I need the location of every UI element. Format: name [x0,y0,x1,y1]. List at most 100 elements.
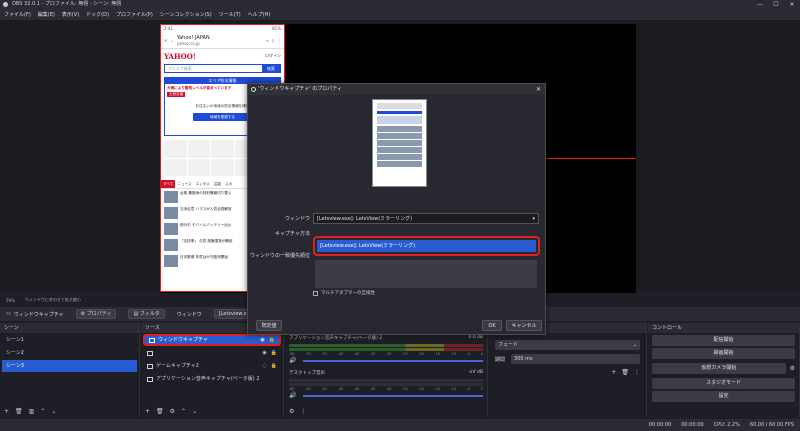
window-combo[interactable]: [Letsview.exe]: LetsView(ミラーリング) ▾ [313,213,539,224]
zoom-level[interactable]: 59% [6,298,15,303]
window-dropdown-option[interactable]: [Letsview.exe]: LetsView(ミラーリング) [317,240,536,252]
source-item-app-audio[interactable]: アプリケーション音声キャプチャ(ベータ版) 2 [143,373,281,385]
add-icon[interactable]: + [4,408,9,415]
defaults-button[interactable]: 既定値 [256,320,282,331]
phone-header: YAHOO! ログイン [161,49,284,63]
move-down-icon[interactable]: ⌄ [192,408,197,415]
menu-file[interactable]: ファイル(F) [4,11,31,18]
trash-icon[interactable]: 🗑 [15,408,23,415]
minimize-icon[interactable]: — [752,0,768,9]
gear-icon[interactable]: ⚙ [790,365,795,372]
more-icon[interactable]: ⋮ [300,408,306,415]
login-link: ログイン [265,53,281,58]
maximize-icon[interactable]: ☐ [768,0,784,9]
menu-profile[interactable]: プロファイル(P) [116,11,153,18]
phone-battery: 81% [272,26,281,31]
properties-dialog: 'ウィンドウキャプチャ' のプロパティ ✕ 既定値 OK キャンセル [247,83,546,335]
scene-item[interactable]: シーン3 [2,360,137,372]
studio-mode-button[interactable]: スタジオモード [652,378,795,389]
lock-icon[interactable]: 🔒 [271,347,277,359]
transition-select[interactable]: フェード ⌄ [495,340,640,350]
phone-tab-news: ニュース [177,182,192,186]
cancel-button[interactable]: キャンセル [506,320,542,331]
speaker-icon[interactable]: 🔊 [289,392,296,399]
priority-label: ウィンドウの一致優先順位 [250,253,311,259]
settings-button[interactable]: 設定 [652,391,795,402]
eye-icon[interactable]: ◉ [260,334,264,346]
menu-edit[interactable]: 編集(E) [38,11,55,18]
alert-tag: 土砂災害 [167,92,186,97]
add-icon[interactable]: + [611,369,616,376]
filter-icon[interactable]: ▥ [29,408,35,415]
scene-item[interactable]: シーン1 [2,334,137,346]
duration-label: 期間 [495,356,506,363]
move-up-icon[interactable]: ⌃ [181,408,186,415]
trash-icon[interactable]: 🗑 [156,408,164,415]
phone-time: 2:41 [164,26,173,31]
add-icon[interactable]: + [145,408,150,415]
start-virtual-camera-button[interactable]: 仮想カメラ開始 [652,363,786,374]
filters-button[interactable]: ▤ フィルタ [128,309,165,319]
close-icon[interactable]: ✕ [784,0,800,9]
volume-meter [289,383,483,386]
menu-bar: ファイル(F) 編集(E) 表示(V) ドック(D) プロファイル(P) シーン… [0,9,800,20]
mixer-channel-2: デスクトップ音声 -inf dB [289,370,483,376]
sources-dock: ソース ウィンドウキャプチャ ◉ 🔒 ◉ 🔒 ゲームキャプチャ2 ◌ 🔒 アプリケーシ… [141,323,284,417]
menu-help[interactable]: ヘルプ(H) [248,11,271,18]
share-icon: ⋖ [265,38,269,43]
source-item-game-capture[interactable]: ゲームキャプチャ2 ◌ 🔒 [143,360,281,372]
lock-icon[interactable]: 🔒 [271,360,277,372]
gear-icon[interactable]: ⚙ [170,408,175,415]
record-time: 00:00:00 [681,422,704,428]
more-icon: ⋮ [277,38,281,43]
phone-search-placeholder: アニメで検索 [168,65,192,71]
window-title: OBS 32.0.1 - プロファイル: 無題 - シーン: 無題 [12,1,122,7]
phone-tab-entame: エンタメ [195,182,210,186]
app-audio-icon [147,376,153,382]
volume-meter [289,379,483,382]
window-icon [147,350,153,356]
trash-icon[interactable]: 🗑 [621,369,629,376]
eye-icon[interactable]: ◉ [262,347,266,359]
move-up-icon[interactable]: ⌃ [40,408,45,415]
source-item-window-capture[interactable]: ウィンドウキャプチャ ◉ 🔒 [143,334,281,346]
fit-mode[interactable]: ウィンドウに合わせて拡大縮小 [25,297,81,303]
window-field-label: ウィンドウ [284,216,310,222]
mixer-footer: ⚙ ⋮ [285,405,487,417]
menu-view[interactable]: 表示(V) [62,11,79,18]
menu-scene-collection[interactable]: シーンコレクション(S) [160,11,212,18]
speaker-icon[interactable]: 🔊 [289,357,296,364]
scenes-dock: シーン シーン1 シーン2 シーン3 + 🗑 ▥ ⌃ ⌄ [0,323,140,417]
properties-button[interactable]: ⚙ プロパティ [75,309,117,319]
menu-tools[interactable]: ツール(T) [219,11,241,18]
menu-dock[interactable]: ドック(D) [86,11,109,18]
blurred-field [315,260,537,288]
lock-icon[interactable]: 🔒 [269,334,275,346]
eye-off-icon[interactable]: ◌ [262,360,266,372]
controls-title: コントロール [648,323,799,333]
multi-adapter-label: マルチアダプターの互換性 [321,291,375,296]
move-down-icon[interactable]: ⌄ [51,408,56,415]
volume-slider[interactable] [303,359,483,362]
phone-search-box: アニメで検索 検索 [164,64,281,73]
window-icon: ▭ [6,311,11,317]
multi-adapter-row: マルチアダプターの互換性 [313,290,375,296]
scene-item[interactable]: シーン2 [2,347,137,359]
source-item[interactable]: ◉ 🔒 [143,347,281,359]
volume-slider[interactable] [303,394,483,397]
audio-mixer-dock: アプリケーション音声キャプチャ(ベータ版) 2 0.0 dB -60 -55 -50-… [285,323,488,417]
duration-input[interactable]: 300 ms [511,354,640,364]
multi-adapter-checkbox[interactable] [313,290,318,296]
scenes-footer: + 🗑 ▥ ⌃ ⌄ [0,405,139,417]
scenes-title: シーン [0,323,139,333]
stream-time: 00:00:00 [648,422,672,428]
close-icon[interactable]: ✕ [536,84,541,95]
start-streaming-button[interactable]: 配信開始 [652,335,795,346]
start-recording-button[interactable]: 録画開始 [652,348,795,359]
more-icon[interactable]: ⋮ [634,369,640,376]
ok-button[interactable]: OK [482,320,502,331]
phone-tab-all: すべて [161,180,176,188]
dialog-title-bar: 'ウィンドウキャプチャ' のプロパティ ✕ [248,84,545,95]
controls-dock: コントロール 配信開始 録画開始 仮想カメラ開始 ⚙ スタジオモード 設定 [648,323,800,417]
gear-icon[interactable]: ⚙ [289,408,294,415]
